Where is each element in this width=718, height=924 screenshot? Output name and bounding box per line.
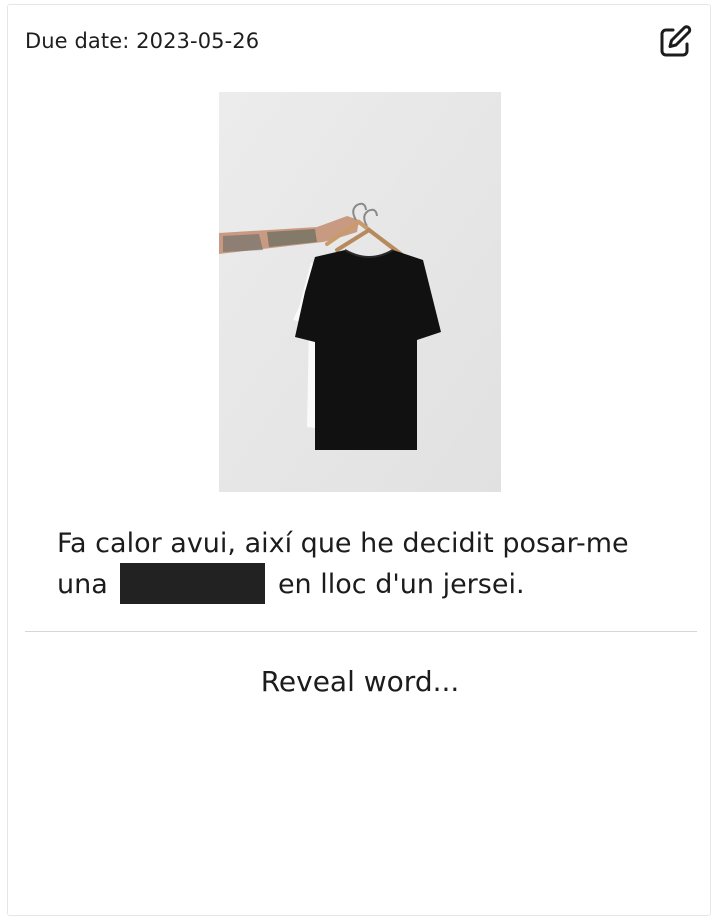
- due-date-label: Due date: 2023-05-26: [25, 29, 260, 53]
- cloze-sentence: Fa calor avui, així que he decidit posar…: [57, 525, 677, 604]
- tshirt-illustration: [219, 92, 501, 492]
- sentence-text-after: en lloc d'un jersei.: [269, 569, 525, 600]
- reveal-word-button[interactable]: Reveal word...: [8, 665, 712, 698]
- flashcard: Due date: 2023-05-26 Fa calor avui, així…: [7, 4, 711, 916]
- divider: [25, 631, 697, 632]
- tshirt-photo: [219, 92, 501, 492]
- edit-icon: [660, 25, 692, 57]
- edit-button[interactable]: [655, 22, 695, 62]
- hidden-word-block[interactable]: [120, 563, 266, 604]
